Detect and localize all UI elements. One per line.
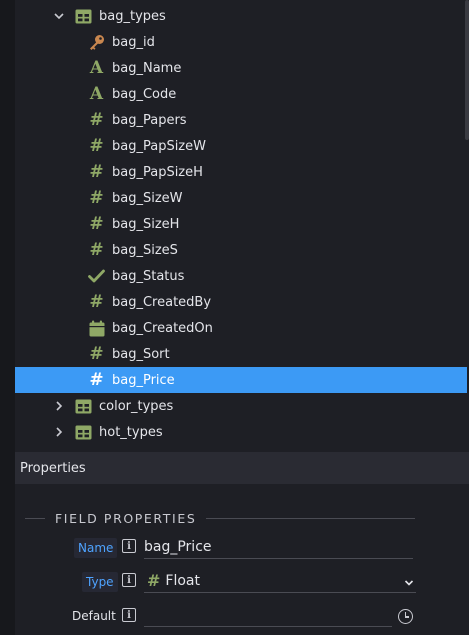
tree-item-table-expanded[interactable]: bag_types xyxy=(15,3,467,29)
number-type-icon: # xyxy=(89,109,104,130)
tree-item-field[interactable]: bag_Status xyxy=(15,263,467,289)
divider xyxy=(206,517,415,519)
tree-item-table-collapsed[interactable]: hot_types xyxy=(15,419,467,445)
type-select[interactable]: # Float xyxy=(144,569,416,593)
chevron-right-icon[interactable] xyxy=(53,400,65,412)
info-icon[interactable]: i xyxy=(122,608,136,622)
table-icon xyxy=(75,398,92,415)
properties-panel-header[interactable]: Properties xyxy=(15,452,469,484)
number-type-icon: # xyxy=(89,291,104,312)
tree-item-field[interactable]: A bag_Name xyxy=(15,55,467,81)
tree-item-label: bag_Code xyxy=(112,86,177,102)
date-type-icon xyxy=(88,320,105,337)
tree-item-field-selected[interactable]: # bag_Price xyxy=(15,367,467,393)
tree-item-label: bag_SizeS xyxy=(112,242,178,258)
tree-item-label: bag_CreatedOn xyxy=(112,320,213,336)
info-icon[interactable]: i xyxy=(122,573,136,587)
number-type-icon: # xyxy=(89,239,104,260)
tree-item-field[interactable]: # bag_Sort xyxy=(15,341,467,367)
text-type-icon: A xyxy=(89,83,104,104)
chevron-right-icon[interactable] xyxy=(53,426,65,438)
number-type-icon: # xyxy=(89,343,104,364)
chevron-down-icon[interactable] xyxy=(404,576,414,592)
properties-title: Properties xyxy=(20,460,86,476)
tree-item-field[interactable]: # bag_SizeH xyxy=(15,211,467,237)
properties-panel: FIELD PROPERTIES Name i bag_Price Type i… xyxy=(15,484,469,635)
table-icon xyxy=(75,8,92,25)
tree-item-label: bag_SizeH xyxy=(112,216,180,232)
tree-item-field[interactable]: # bag_CreatedBy xyxy=(15,289,467,315)
tree-item-label: bag_id xyxy=(112,34,155,50)
name-value: bag_Price xyxy=(144,538,212,555)
tree-item-label: hot_types xyxy=(99,424,163,440)
tree-item-label: bag_Papers xyxy=(112,112,187,128)
default-label: Default xyxy=(72,609,116,623)
field-properties-section-title: FIELD PROPERTIES xyxy=(25,510,415,526)
tree-item-field[interactable]: # bag_PapSizeH xyxy=(15,159,467,185)
tree-item-label: bag_Sort xyxy=(112,346,170,362)
table-icon xyxy=(75,424,92,441)
type-value: Float xyxy=(165,572,200,589)
tree-item-label: color_types xyxy=(99,398,174,414)
number-type-icon: # xyxy=(147,570,161,590)
default-field[interactable] xyxy=(144,603,392,627)
number-type-icon: # xyxy=(89,135,104,156)
section-title-text: FIELD PROPERTIES xyxy=(55,510,197,526)
type-label: Type xyxy=(82,572,118,592)
boolean-type-icon xyxy=(88,268,105,285)
tree-item-field[interactable]: bag_id xyxy=(15,29,467,55)
tree-item-label: bag_Price xyxy=(112,372,175,388)
number-type-icon: # xyxy=(89,161,104,182)
clock-icon[interactable] xyxy=(398,609,413,624)
number-type-icon: # xyxy=(89,213,104,234)
schema-tree[interactable]: bag_types bag_id A bag_Name A bag_Code #… xyxy=(15,0,469,446)
text-type-icon: A xyxy=(89,57,104,78)
number-type-icon: # xyxy=(89,187,104,208)
tree-item-label: bag_types xyxy=(99,8,166,24)
divider xyxy=(25,517,45,519)
name-label: Name xyxy=(74,538,118,558)
tree-item-label: bag_Name xyxy=(112,60,182,76)
tree-item-field[interactable]: # bag_SizeS xyxy=(15,237,467,263)
info-icon[interactable]: i xyxy=(122,539,136,553)
tree-item-field[interactable]: # bag_PapSizeW xyxy=(15,133,467,159)
name-field[interactable]: bag_Price xyxy=(144,535,413,559)
tree-item-field[interactable]: # bag_SizeW xyxy=(15,185,467,211)
tree-item-field[interactable]: # bag_Papers xyxy=(15,107,467,133)
tree-item-field[interactable]: A bag_Code xyxy=(15,81,467,107)
key-icon xyxy=(88,34,105,51)
tree-item-label: bag_PapSizeW xyxy=(112,138,206,154)
chevron-down-icon[interactable] xyxy=(53,10,65,22)
tree-item-table-collapsed[interactable]: color_types xyxy=(15,393,467,419)
left-gutter xyxy=(0,0,15,635)
tree-item-label: bag_Status xyxy=(112,268,185,284)
tree-item-label: bag_PapSizeH xyxy=(112,164,203,180)
number-type-icon: # xyxy=(89,369,104,390)
tree-item-label: bag_SizeW xyxy=(112,190,183,206)
tree-item-label: bag_CreatedBy xyxy=(112,294,212,310)
tree-item-field[interactable]: bag_CreatedOn xyxy=(15,315,467,341)
